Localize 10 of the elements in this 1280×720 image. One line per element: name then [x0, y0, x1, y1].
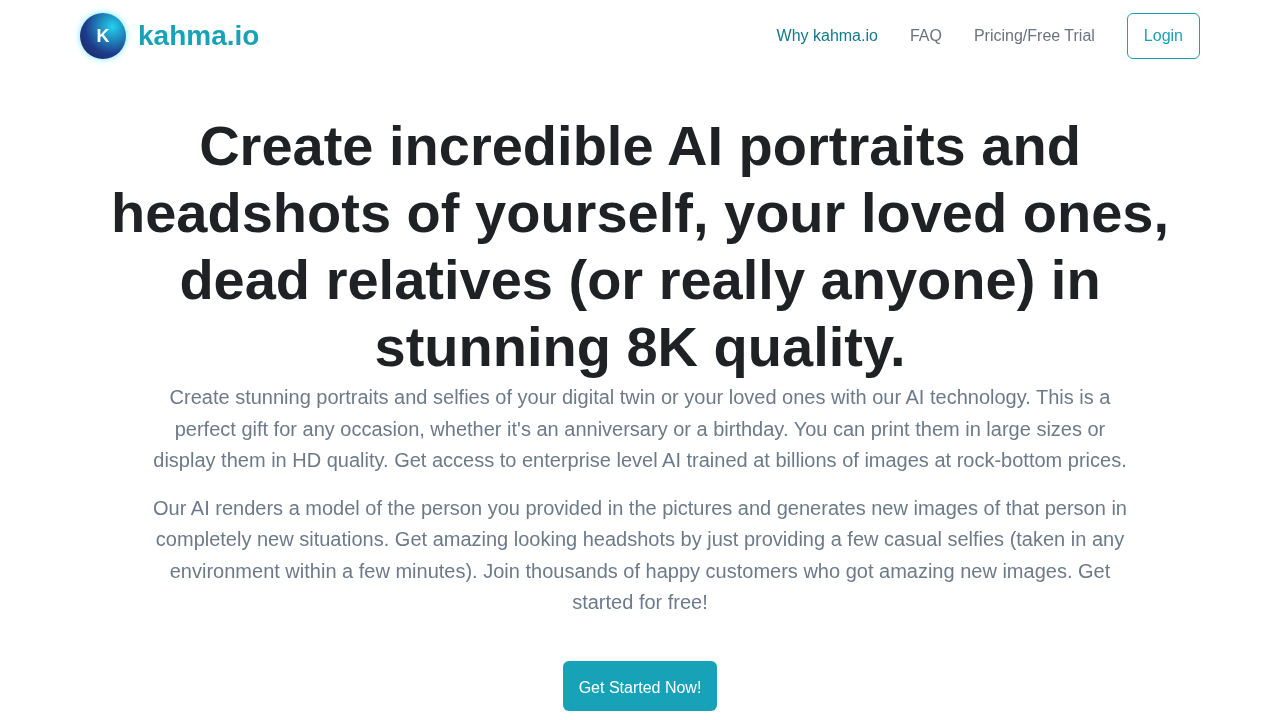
logo-icon: K: [80, 13, 126, 59]
nav-link[interactable]: Pricing/Free Trial: [973, 24, 1095, 48]
get-started-button[interactable]: Get Started Now!: [562, 660, 718, 711]
hero-paragraph: Create stunning portraits and selfies of your digital twin or your loved ones with our AI technology. This is a perfect gift for any occasion, whether it's an anniversary or a birthday. You can print them in large sizes or display them in HD quality. Get access to enterprise level AI trained at billions of images at rock-bottom prices.: [152, 385, 1128, 473]
brand-name[interactable]: kahma.io: [138, 15, 260, 57]
hero-paragraph: Our AI renders a model of the person you provided in the pictures and generates new images of that person in completely new situations. Get amazing looking headshots by just providing a few casual selfies (taken in any environment within a few minutes). Join thousands of happy customers who got amazing new images. Get started for free!: [152, 495, 1128, 615]
login-button[interactable]: Login: [1126, 13, 1200, 59]
nav-link[interactable]: FAQ: [909, 24, 942, 48]
nav-link[interactable]: Why kahma.io: [776, 24, 878, 48]
hero-title: Create incredible AI portraits and headshots of yourself, your loved ones, dead relatives (or really anyone) in stunning 8K quality.: [110, 113, 1170, 380]
